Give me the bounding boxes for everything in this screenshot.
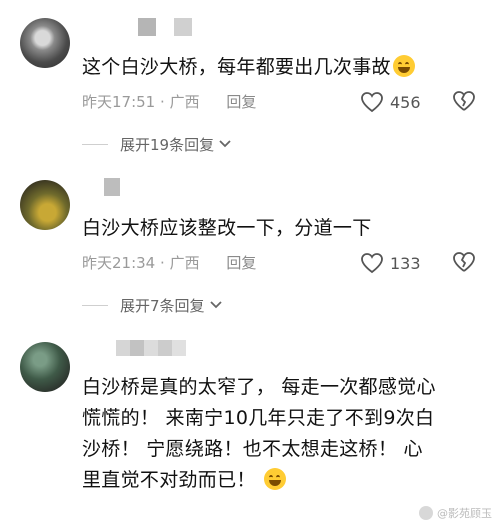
broken-heart-icon <box>453 91 475 111</box>
dislike-button[interactable] <box>452 251 476 275</box>
comment-text: 这个白沙大桥，每年都要出几次事故 <box>82 52 480 82</box>
comment-text: 白沙桥是真的太窄了， 每走一次都感觉心 慌慌的！ 来南宁10几年只走了不到9次白… <box>82 372 480 496</box>
comment-meta: 昨天17:51 · 广西 回复 <box>82 91 256 113</box>
expand-replies-label: 展开7条回复 <box>120 296 205 315</box>
heart-icon <box>361 253 383 274</box>
comment-line-4: 里直觉不对劲而已！ <box>82 465 480 496</box>
username-pixelated[interactable] <box>138 18 198 36</box>
watermark-logo-icon <box>419 506 433 520</box>
separator: · <box>160 254 165 272</box>
chevron-down-icon <box>219 140 231 148</box>
avatar[interactable] <box>20 342 70 392</box>
comment-text: 白沙大桥应该整改一下，分道一下 <box>82 213 480 243</box>
username-pixelated[interactable] <box>104 178 144 196</box>
heart-icon <box>361 92 383 113</box>
comment-line-2: 慌慌的！ 来南宁10几年只走了不到9次白 <box>82 407 435 429</box>
expand-replies[interactable]: 展开7条回复 <box>82 294 223 316</box>
reply-button[interactable]: 回复 <box>226 93 256 111</box>
like-count: 133 <box>390 253 421 273</box>
comment-time: 昨天17:51 <box>82 93 156 111</box>
comment-location: 广西 <box>169 93 200 111</box>
comment-time: 昨天21:34 <box>82 254 156 272</box>
username-pixelated[interactable] <box>116 340 206 358</box>
like-button[interactable]: 133 <box>360 251 421 275</box>
laughing-emoji-icon <box>392 55 415 77</box>
watermark: @影苑顾玉 <box>419 505 492 521</box>
comment-body: 这个白沙大桥，每年都要出几次事故 <box>82 56 391 78</box>
comment-line-3: 沙桥！ 宁愿绕路！也不太想走这桥！ 心 <box>82 438 423 460</box>
like-button[interactable]: 456 <box>360 90 421 114</box>
comment-line-4-text: 里直觉不对劲而已！ <box>82 469 256 491</box>
divider-line <box>82 304 108 306</box>
chevron-down-icon <box>209 301 222 309</box>
reply-button[interactable]: 回复 <box>226 254 256 272</box>
like-count: 456 <box>390 92 421 112</box>
grinning-emoji-icon <box>264 468 287 490</box>
watermark-text: @影苑顾玉 <box>437 507 492 520</box>
comment-meta: 昨天21:34 · 广西 回复 <box>82 252 256 274</box>
comment-body: 白沙大桥应该整改一下，分道一下 <box>82 217 372 239</box>
divider-line <box>82 143 108 145</box>
broken-heart-icon <box>453 252 475 272</box>
expand-replies[interactable]: 展开19条回复 <box>82 133 232 155</box>
avatar[interactable] <box>20 180 70 230</box>
dislike-button[interactable] <box>452 90 476 114</box>
avatar[interactable] <box>20 18 70 68</box>
expand-replies-label: 展开19条回复 <box>120 135 215 154</box>
separator: · <box>160 93 165 111</box>
comment-location: 广西 <box>169 254 200 272</box>
comment-line-1: 白沙桥是真的太窄了， 每走一次都感觉心 <box>82 376 436 398</box>
